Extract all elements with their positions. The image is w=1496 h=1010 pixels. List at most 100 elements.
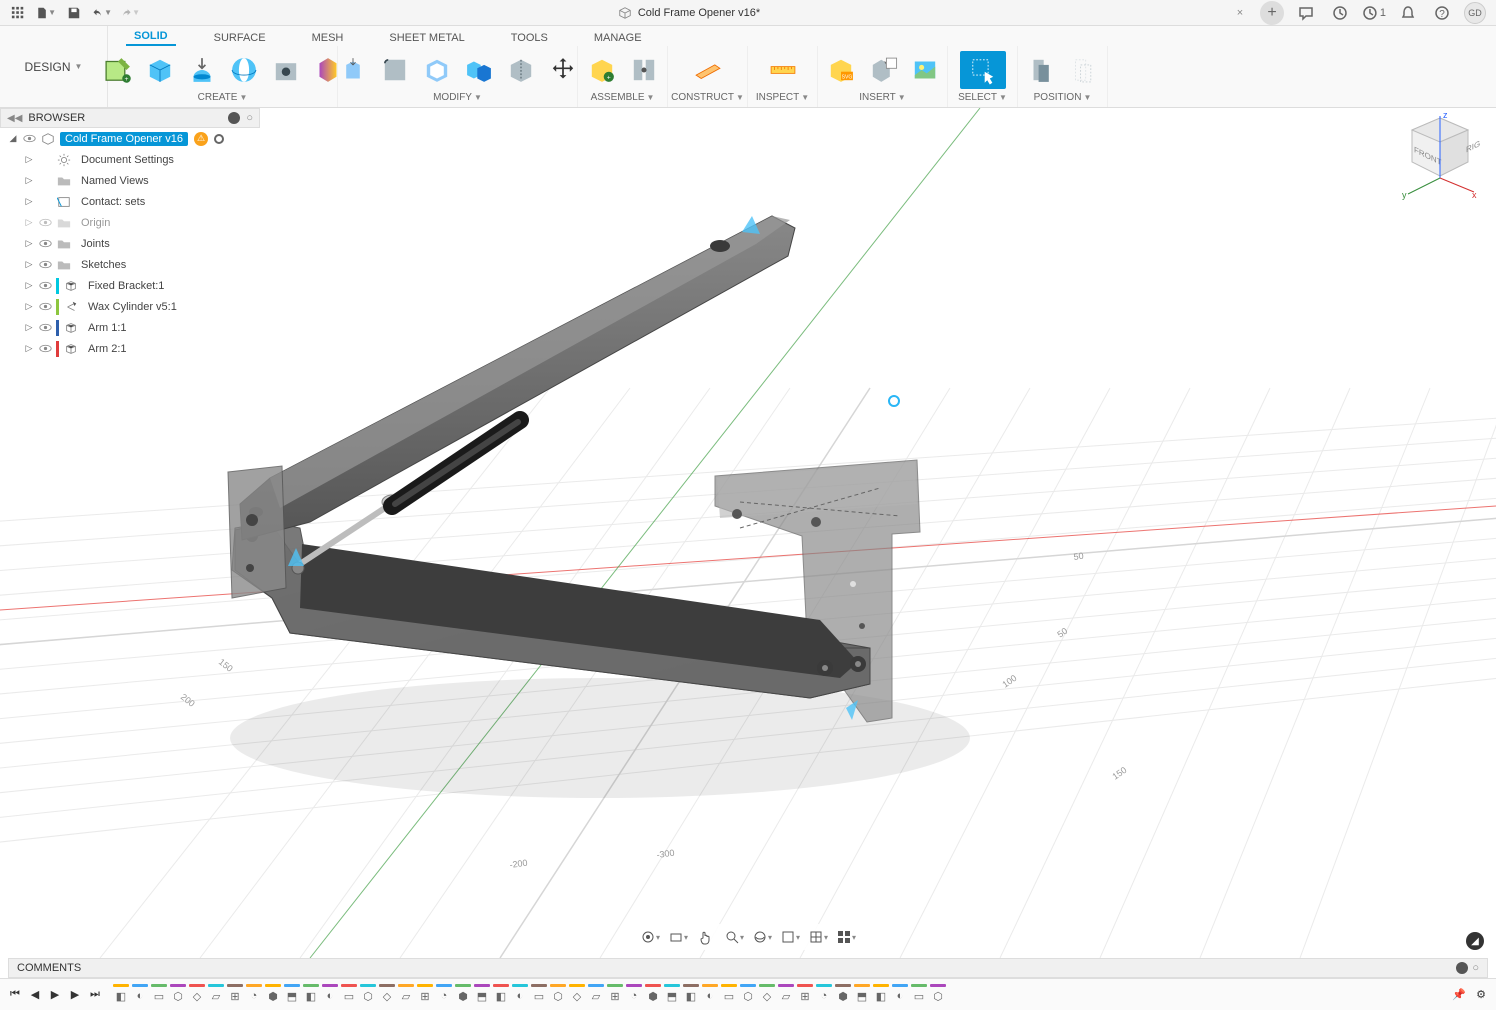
orbit-icon[interactable]: ▾	[639, 927, 661, 947]
timeline-feature[interactable]: ◇	[568, 984, 586, 1006]
comments-icon[interactable]	[1294, 1, 1318, 25]
timeline-feature[interactable]: ▱	[397, 984, 415, 1006]
timeline-feature[interactable]: ◔	[815, 984, 833, 1006]
tree-node[interactable]: ▷Wax Cylinder v5:1	[4, 296, 264, 317]
timeline-feature[interactable]: ⊞	[226, 984, 244, 1006]
job-status-icon[interactable]: 1	[1362, 1, 1386, 25]
combine-button[interactable]	[460, 51, 498, 89]
timeline-feature[interactable]: ⬢	[454, 984, 472, 1006]
undo-icon[interactable]: ▼	[92, 3, 112, 23]
timeline-feature[interactable]: ◔	[625, 984, 643, 1006]
timeline-feature[interactable]: ⬒	[663, 984, 681, 1006]
browser-close-icon[interactable]: ○	[246, 112, 253, 124]
insert-decal-button[interactable]	[864, 51, 902, 89]
create-group-label[interactable]: CREATE▼	[198, 92, 248, 105]
file-new-icon[interactable]: ▼	[36, 3, 56, 23]
workspace-dropdown[interactable]: DESIGN▼	[0, 26, 108, 107]
tree-node[interactable]: ▷Named Views	[4, 170, 264, 191]
timeline-feature[interactable]: ▱	[777, 984, 795, 1006]
activate-radio-icon[interactable]	[214, 134, 224, 144]
timeline-feature[interactable]: ⬡	[549, 984, 567, 1006]
timeline-feature[interactable]: ▭	[530, 984, 548, 1006]
pan-icon[interactable]	[695, 927, 717, 947]
timeline-end-button[interactable]: ⏭	[86, 986, 104, 1004]
autodesk-badge-icon[interactable]: ◢	[1466, 932, 1484, 950]
timeline-feature[interactable]: ⊞	[796, 984, 814, 1006]
revolve-button[interactable]	[225, 51, 263, 89]
redo-icon[interactable]: ▼	[120, 3, 140, 23]
notifications-icon[interactable]	[1396, 1, 1420, 25]
timeline-feature[interactable]: ◧	[492, 984, 510, 1006]
timeline-marker-icon[interactable]: 📌	[1450, 986, 1468, 1004]
timeline-feature[interactable]: ⊞	[416, 984, 434, 1006]
timeline-feature[interactable]: ▱	[587, 984, 605, 1006]
timeline-feature[interactable]: ⬒	[283, 984, 301, 1006]
timeline-settings-icon[interactable]: ⚙	[1472, 986, 1490, 1004]
apps-icon[interactable]	[8, 3, 28, 23]
timeline-step-back-button[interactable]: ◀	[26, 986, 44, 1004]
measure-button[interactable]	[760, 51, 806, 89]
timeline-feature[interactable]: ⬡	[739, 984, 757, 1006]
timeline-feature[interactable]: ▭	[720, 984, 738, 1006]
timeline-feature[interactable]: ▱	[207, 984, 225, 1006]
select-button[interactable]	[960, 51, 1006, 89]
extensions-icon[interactable]	[1328, 1, 1352, 25]
collapse-browser-icon[interactable]: ◀◀	[7, 113, 22, 124]
tree-node[interactable]: ▷Contact: sets	[4, 191, 264, 212]
tree-node[interactable]: ▷Joints	[4, 233, 264, 254]
comments-bar[interactable]: COMMENTS ○	[8, 958, 1488, 978]
tree-node[interactable]: ▷Fixed Bracket:1	[4, 275, 264, 296]
select-group-label[interactable]: SELECT▼	[958, 92, 1007, 105]
tab-tools[interactable]: TOOLS	[503, 30, 556, 46]
hole-button[interactable]	[267, 51, 305, 89]
timeline-feature[interactable]: ⬡	[359, 984, 377, 1006]
timeline-feature[interactable]: ◇	[378, 984, 396, 1006]
zoom-icon[interactable]: ▾	[723, 927, 745, 947]
timeline-feature[interactable]: ◔	[435, 984, 453, 1006]
save-icon[interactable]	[64, 3, 84, 23]
comments-options-icon[interactable]	[1456, 962, 1468, 974]
timeline-step-fwd-button[interactable]: ▶	[66, 986, 84, 1004]
comments-expand-icon[interactable]: ○	[1472, 962, 1479, 974]
tree-node[interactable]: ▷Arm 1:1	[4, 317, 264, 338]
timeline-feature[interactable]: ◧	[682, 984, 700, 1006]
timeline-feature[interactable]: ⬒	[473, 984, 491, 1006]
timeline-feature[interactable]: ◐	[131, 984, 149, 1006]
fillet-button[interactable]	[376, 51, 414, 89]
timeline-feature[interactable]: ◧	[872, 984, 890, 1006]
inspect-group-label[interactable]: INSPECT▼	[756, 92, 809, 105]
timeline-feature[interactable]: ◧	[112, 984, 130, 1006]
timeline-feature[interactable]: ⬒	[853, 984, 871, 1006]
move-button[interactable]	[544, 51, 582, 89]
tab-mesh[interactable]: MESH	[304, 30, 352, 46]
assemble-group-label[interactable]: ASSEMBLE▼	[591, 92, 655, 105]
tab-manage[interactable]: MANAGE	[586, 30, 650, 46]
timeline-feature[interactable]: ⊞	[606, 984, 624, 1006]
joint-button[interactable]	[625, 51, 663, 89]
insert-derive-button[interactable]: SVG	[822, 51, 860, 89]
construct-group-label[interactable]: CONSTRUCT▼	[671, 92, 744, 105]
display-style-icon[interactable]: ▾	[779, 927, 801, 947]
timeline-feature[interactable]: ⬢	[834, 984, 852, 1006]
timeline-feature[interactable]: ⬡	[169, 984, 187, 1006]
browser-options-icon[interactable]	[228, 112, 240, 124]
new-tab-button[interactable]: +	[1260, 1, 1284, 25]
modify-group-label[interactable]: MODIFY▼	[433, 92, 482, 105]
insert-group-label[interactable]: INSERT▼	[859, 92, 905, 105]
create-sketch-button[interactable]: +	[99, 51, 137, 89]
timeline-feature[interactable]: ▭	[340, 984, 358, 1006]
timeline-feature[interactable]: ◔	[245, 984, 263, 1006]
timeline-play-button[interactable]: ▶	[46, 986, 64, 1004]
timeline-feature[interactable]: ⬡	[929, 984, 947, 1006]
timeline-feature[interactable]: ◇	[188, 984, 206, 1006]
position-revert-button[interactable]	[1065, 51, 1103, 89]
timeline-feature[interactable]: ◧	[302, 984, 320, 1006]
tree-node[interactable]: ▷Arm 2:1	[4, 338, 264, 359]
timeline-feature[interactable]: ▭	[150, 984, 168, 1006]
timeline-feature[interactable]: ◐	[511, 984, 529, 1006]
press-pull-button[interactable]	[334, 51, 372, 89]
create-box-button[interactable]	[141, 51, 179, 89]
split-button[interactable]	[502, 51, 540, 89]
construct-plane-button[interactable]	[685, 51, 731, 89]
timeline-feature[interactable]: ▭	[910, 984, 928, 1006]
